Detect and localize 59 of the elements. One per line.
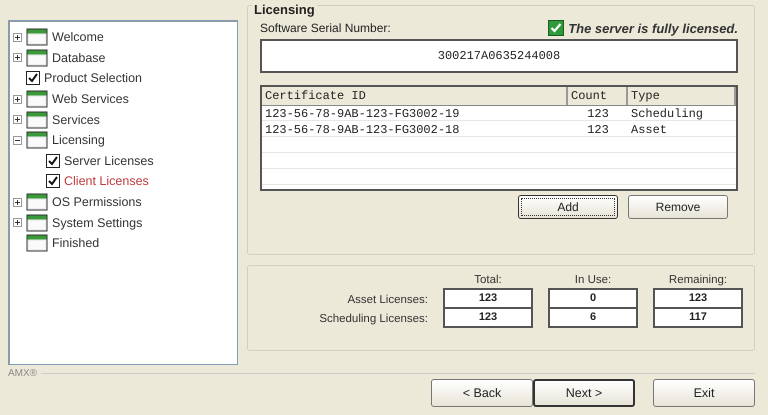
table-cell-text: Asset [630,123,668,137]
expand-icon[interactable] [13,32,22,42]
expand-icon[interactable] [13,94,22,104]
tree-item[interactable]: Client Licenses [64,174,149,188]
tree-item[interactable]: OS Permissions [52,195,142,210]
tree-item[interactable]: Finished [52,236,100,250]
window-icon [26,90,48,108]
tree-item[interactable]: Server Licenses [64,154,154,168]
window-icon [26,214,48,232]
column-header[interactable]: Type [628,87,736,105]
table-cell-text: 123 [586,107,610,121]
checkbox[interactable] [26,71,40,86]
table-cell-text: 123-56-78-9AB-123-FG3002-19 [264,107,460,121]
checkbox[interactable] [46,174,60,188]
window-icon [26,193,48,212]
window-icon [26,48,48,67]
row-label: Scheduling Licenses: [318,312,428,324]
column-header: In Use: [574,274,612,288]
section-title: Licensing [252,2,317,17]
value-field: 123 [443,288,533,309]
table-cell-text: Scheduling [630,107,704,121]
expand-icon[interactable] [13,53,22,62]
tree-item[interactable]: Product Selection [44,71,142,86]
row-label: Asset Licenses: [346,294,428,306]
remove-button[interactable]: Remove [628,195,728,219]
value-field: 6 [548,307,638,328]
tree-item[interactable]: Database [52,50,106,65]
field-label: Software Serial Number: [260,21,391,35]
column-header: Total: [473,274,503,288]
tree-item[interactable]: Licensing [52,133,105,148]
checkbox[interactable] [46,154,60,168]
tree-item[interactable]: Web Services [52,92,129,106]
table-cell-text: 123 [586,123,610,137]
column-header: Remaining: [668,274,728,288]
window-icon [26,28,48,46]
value-field: 123 [443,307,533,328]
nav-button[interactable]: < Back [431,379,533,407]
expand-icon[interactable] [13,218,22,228]
collapse-icon[interactable] [13,136,22,145]
expand-icon[interactable] [13,198,22,207]
nav-button[interactable]: Exit [653,379,755,407]
value-field: 117 [653,307,743,328]
tree-item[interactable]: Services [52,112,100,127]
window-icon [26,234,48,252]
window-icon [26,110,48,129]
brand-label: AMX® [8,368,38,379]
table-cell-text: 123-56-78-9AB-123-FG3002-18 [264,123,460,137]
column-header[interactable]: Count [568,87,628,105]
column-header[interactable]: Certificate ID [262,87,568,105]
add-button[interactable]: Add [518,195,618,219]
value-field: 123 [653,288,743,309]
nav-button[interactable]: Next > [533,379,635,407]
status-text: The server is fully licensed. [568,20,738,36]
window-icon [26,131,48,150]
serial-field: 300217A0635244008 [260,39,738,73]
tree-item[interactable]: System Settings [52,216,142,230]
tree-item[interactable]: Welcome [52,30,104,44]
expand-icon[interactable] [13,115,22,124]
value-field: 0 [548,288,638,309]
